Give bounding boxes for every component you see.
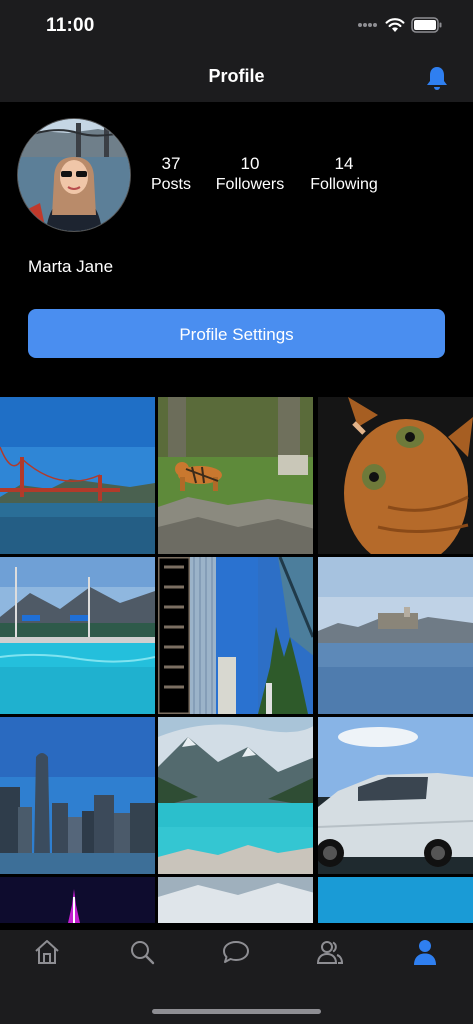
chat-bubble-icon[interactable]	[221, 937, 251, 967]
grid-photo-alcatraz-island[interactable]	[318, 557, 473, 714]
signal-icon	[358, 23, 377, 27]
person-icon[interactable]	[410, 937, 440, 967]
grid-photo-blue-water[interactable]	[318, 877, 473, 923]
avatar[interactable]	[17, 118, 131, 232]
wifi-icon	[385, 18, 405, 32]
search-icon[interactable]	[127, 937, 157, 967]
following-label: Following	[310, 176, 378, 193]
followers-stat[interactable]: 10 Followers	[210, 154, 290, 196]
grid-photo-purple-tower-night[interactable]	[0, 877, 155, 923]
status-bar: 11:00	[0, 0, 473, 54]
following-count: 14	[334, 154, 354, 173]
home-icon[interactable]	[32, 937, 62, 967]
grid-photo-tiger-in-zoo[interactable]	[158, 397, 313, 554]
page-title: Profile	[208, 66, 265, 86]
battery-icon	[411, 17, 442, 33]
grid-photo-orange-cat[interactable]	[318, 397, 473, 554]
profile-settings-button[interactable]: Profile Settings	[28, 309, 445, 358]
people-icon[interactable]	[315, 937, 345, 967]
profile-name: Marta Jane	[28, 257, 114, 276]
following-stat[interactable]: 14 Following	[304, 154, 384, 196]
status-time: 11:00	[46, 15, 95, 36]
navigation-bar: Profile	[0, 54, 473, 102]
home-indicator	[152, 1009, 321, 1014]
followers-count: 10	[240, 154, 260, 173]
grid-photo-white-sports-car[interactable]	[318, 717, 473, 874]
grid-photo-swimming-pool[interactable]	[0, 557, 155, 714]
grid-photo-snowy-mountains[interactable]	[158, 877, 313, 923]
bell-icon[interactable]	[424, 64, 450, 92]
posts-count: 37	[161, 154, 181, 173]
grid-photo-golden-gate-bridge[interactable]	[0, 397, 155, 554]
grid-photo-skyscrapers[interactable]	[158, 557, 313, 714]
grid-photo-city-skyline[interactable]	[0, 717, 155, 874]
grid-photo-mountain-lake[interactable]	[158, 717, 313, 874]
tab-bar	[0, 930, 473, 1024]
followers-label: Followers	[215, 176, 285, 193]
posts-label: Posts	[150, 176, 191, 193]
posts-stat[interactable]: 37 Posts	[145, 154, 197, 196]
